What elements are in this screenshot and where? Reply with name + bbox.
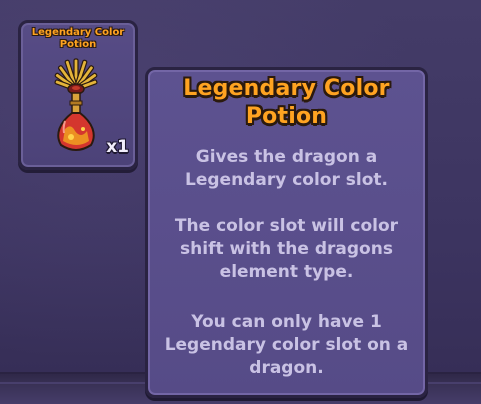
- item-card-title-line: Legendary Color: [31, 27, 125, 38]
- description-line: Legendary color slot.: [185, 170, 388, 190]
- description-line: element type.: [219, 262, 354, 282]
- description-line: You can only have 1: [191, 312, 382, 332]
- item-card-title: Legendary Color Potion: [21, 27, 135, 51]
- color-potion-icon: [54, 58, 98, 151]
- description-line: dragon.: [249, 358, 324, 378]
- tooltip-title-line: Potion: [245, 104, 328, 129]
- description-line: Gives the dragon a: [195, 147, 378, 167]
- item-card-title-line: Potion: [59, 39, 97, 50]
- tooltip-description-paragraph: The color slot will color shift with the…: [148, 215, 425, 284]
- tooltip-description-paragraph: You can only have 1 Legendary color slot…: [148, 311, 425, 380]
- item-card-legendary-color-potion[interactable]: Legendary Color Potion x1: [18, 20, 138, 170]
- description-line: The color slot will color: [174, 216, 399, 236]
- tooltip-title: Legendary Color Potion: [148, 75, 425, 131]
- description-line: shift with the dragons: [180, 239, 393, 259]
- item-tooltip: Legendary Color Potion Gives the dragon …: [145, 67, 428, 398]
- tooltip-description-paragraph: Gives the dragon a Legendary color slot.: [148, 146, 425, 192]
- tooltip-title-line: Legendary Color: [183, 76, 390, 101]
- item-quantity: x1: [106, 137, 129, 157]
- description-line: Legendary color slot on a: [164, 335, 409, 355]
